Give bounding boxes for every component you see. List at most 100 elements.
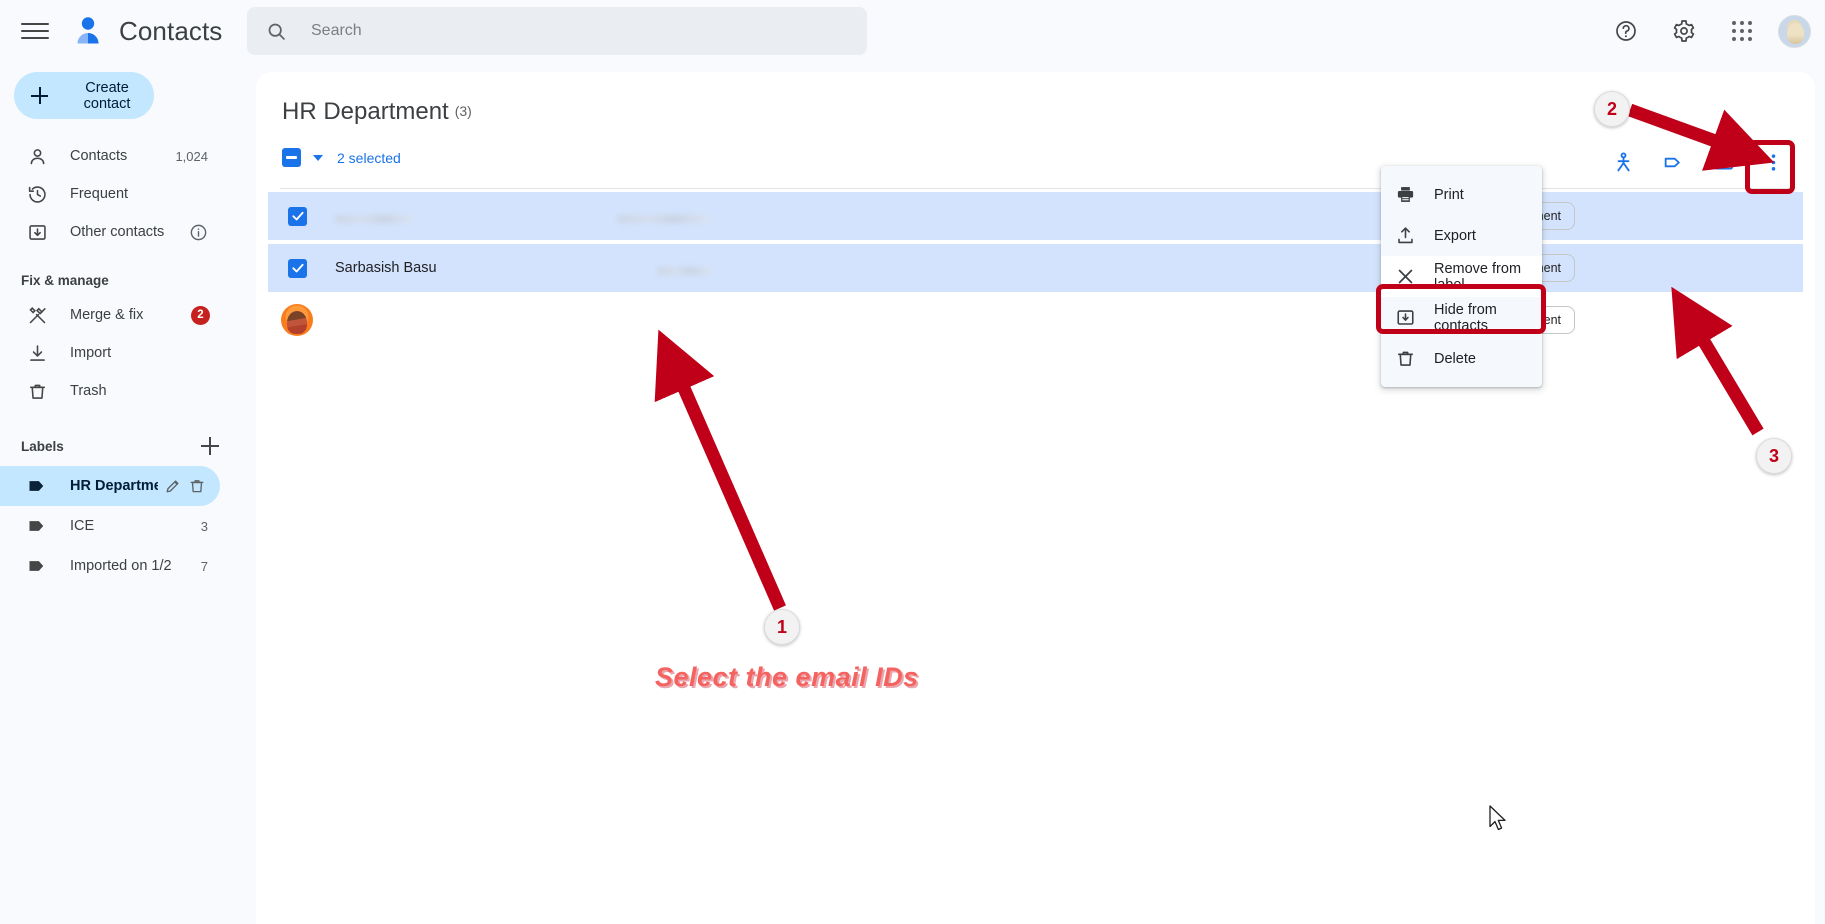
sidebar-item-label: Contacts: [70, 148, 128, 164]
sidebar-item-contacts[interactable]: Contacts 1,024: [0, 137, 220, 175]
contacts-app-window: Contacts Search Create contact Contacts …: [0, 0, 1825, 924]
google-apps-icon[interactable]: [1720, 9, 1764, 53]
pencil-icon[interactable]: [164, 475, 182, 497]
table-row[interactable]: HR Department: [268, 296, 1803, 344]
row-email: [617, 210, 977, 223]
sidebar-label-hr-department[interactable]: HR Department: [0, 466, 220, 506]
search-bar[interactable]: [247, 7, 867, 55]
row-checkbox[interactable]: [288, 206, 307, 226]
blurred-email-subtext: [617, 214, 709, 223]
menu-item-hide-from-contacts[interactable]: Hide from contacts: [1381, 297, 1542, 338]
hamburger-menu-icon[interactable]: [21, 20, 49, 42]
menu-item-label: Hide from contacts: [1434, 301, 1497, 334]
sidebar-item-merge-fix[interactable]: Merge & fix 2: [0, 296, 220, 334]
page-title-text: HR Department: [282, 98, 449, 125]
app-brand[interactable]: Contacts: [71, 14, 222, 48]
row-checkbox[interactable]: [288, 258, 307, 278]
sidebar-item-frequent[interactable]: Frequent: [0, 175, 220, 213]
sidebar-item-label: Import: [70, 345, 112, 361]
merge-fix-badge: 2: [191, 305, 210, 325]
sidebar-label-name: Imported on 1/2: [70, 558, 172, 574]
menu-item-print[interactable]: Print: [1381, 174, 1542, 215]
create-contact-label: Create contact: [83, 79, 131, 112]
blurred-email-subtext: [657, 266, 711, 275]
selection-controls: 2 selected: [282, 148, 401, 167]
sidebar-label-imported[interactable]: Imported on 1/2 7: [0, 546, 220, 586]
close-x-icon: [1394, 266, 1416, 288]
labels-section-header: Labels: [0, 410, 246, 466]
sidebar-item-import[interactable]: Import: [0, 334, 220, 372]
menu-item-label: Remove from label: [1434, 260, 1522, 293]
printer-icon: [1394, 184, 1416, 206]
row-email: [617, 262, 977, 275]
merge-contacts-icon[interactable]: [1603, 142, 1643, 182]
action-icons: [1603, 142, 1793, 182]
search-icon: [265, 20, 287, 42]
hide-archive-icon: [1394, 307, 1416, 329]
settings-gear-icon[interactable]: [1662, 9, 1706, 53]
menu-item-label: Export: [1434, 227, 1476, 244]
label-tag-icon[interactable]: [1653, 142, 1693, 182]
sidebar-label-count: 3: [200, 518, 208, 534]
plus-icon: [31, 87, 48, 104]
sidebar-item-other-contacts[interactable]: Other contacts: [0, 213, 220, 251]
info-icon[interactable]: [188, 222, 208, 242]
contacts-list: HR Department Sarbasish Basu HR Departme…: [268, 192, 1803, 344]
email-envelope-icon[interactable]: [1703, 142, 1743, 182]
trash-icon: [1394, 348, 1416, 370]
contact-name: Sarbasish Basu: [335, 260, 437, 276]
account-avatar[interactable]: [1778, 14, 1811, 48]
sidebar-item-trash[interactable]: Trash: [0, 372, 220, 410]
labels-heading: Labels: [21, 438, 64, 454]
label-tag-icon: [26, 555, 48, 577]
label-tag-icon: [26, 515, 48, 537]
page-title: HR Department (3): [282, 98, 472, 126]
sidebar-label-ice[interactable]: ICE 3: [0, 506, 220, 546]
person-icon: [26, 145, 48, 167]
sidebar-item-label: Trash: [70, 383, 107, 399]
sidebar-item-label: Other contacts: [70, 224, 165, 240]
apps-grid-dots: [1732, 21, 1752, 41]
sidebar-label-name: ICE: [70, 518, 95, 534]
sidebar-item-count: 1,024: [175, 148, 208, 164]
sidebar-nav-list: Contacts 1,024 Frequent Other contacts F…: [0, 137, 246, 586]
selected-count-text: 2 selected: [337, 149, 401, 166]
toolbar-divider: [280, 188, 1791, 189]
top-app-bar: Contacts: [0, 0, 1825, 62]
top-bar-actions: [1604, 0, 1811, 62]
menu-item-export[interactable]: Export: [1381, 215, 1542, 256]
menu-item-delete[interactable]: Delete: [1381, 338, 1542, 379]
menu-item-label: Delete: [1434, 350, 1476, 367]
sidebar-label-name: HR Department: [70, 478, 158, 494]
left-sidebar: Create contact Contacts 1,024 Frequent O…: [0, 62, 246, 924]
upload-export-icon: [1394, 225, 1416, 247]
hammer-wrench-icon: [26, 304, 48, 326]
history-clock-icon: [26, 183, 48, 205]
label-tag-icon: [26, 475, 48, 497]
sidebar-item-label: Frequent: [70, 186, 129, 202]
page-contact-count: (3): [454, 103, 472, 119]
sidebar-item-label: Merge & fix: [70, 307, 144, 323]
chevron-down-icon[interactable]: [313, 154, 323, 161]
create-contact-button[interactable]: Create contact: [14, 72, 154, 119]
help-icon[interactable]: [1604, 9, 1648, 53]
avatar: [281, 304, 313, 336]
row-name: [335, 210, 607, 223]
create-label-icon[interactable]: [198, 434, 222, 458]
menu-item-remove-from-label[interactable]: Remove from label: [1381, 256, 1542, 297]
search-input[interactable]: [311, 22, 831, 40]
table-row[interactable]: HR Department: [268, 192, 1803, 240]
inbox-down-arrow-icon: [26, 221, 48, 243]
sidebar-section-fix-manage: Fix & manage: [21, 273, 109, 288]
more-actions-menu: Print Export Remove from label Hide from…: [1381, 166, 1542, 387]
table-row[interactable]: Sarbasish Basu HR Department: [268, 244, 1803, 292]
sidebar-label-count: 7: [200, 558, 208, 574]
main-content: HR Department (3) 2 selected Sarbasish B…: [246, 62, 1825, 924]
delete-label-icon[interactable]: [188, 475, 206, 497]
more-vert-icon[interactable]: [1753, 142, 1793, 182]
menu-item-label: Print: [1434, 186, 1464, 203]
app-title: Contacts: [119, 15, 223, 46]
select-all-checkbox[interactable]: [282, 148, 301, 167]
trash-icon: [26, 380, 48, 402]
contacts-panel: HR Department (3) 2 selected Sarbasish B…: [256, 72, 1815, 924]
